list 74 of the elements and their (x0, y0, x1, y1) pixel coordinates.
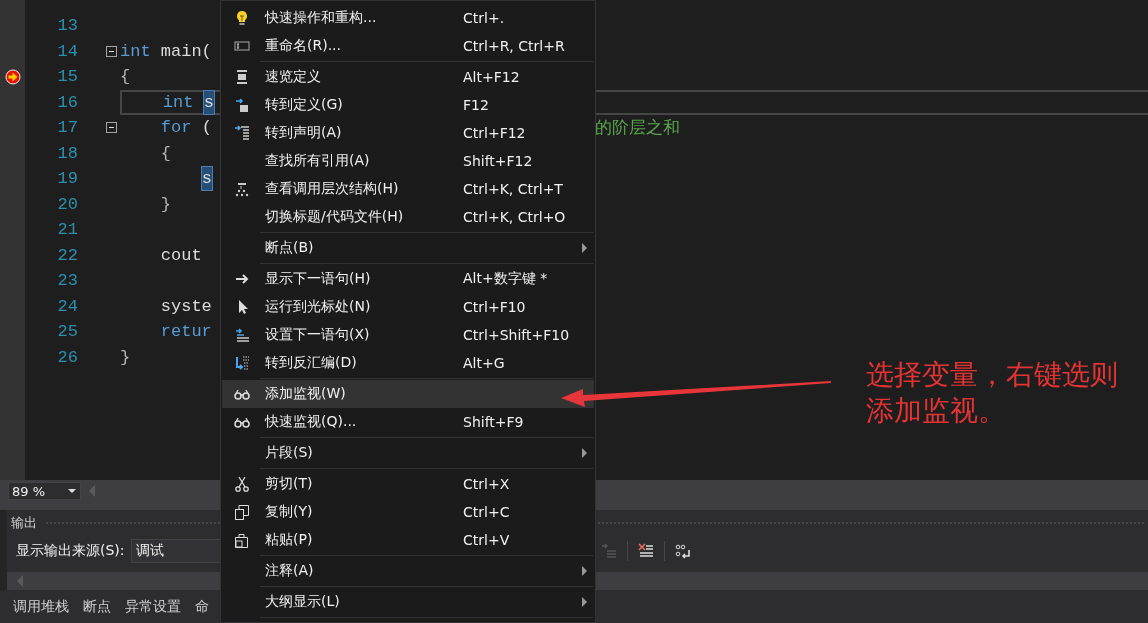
line-number: 15 (56, 67, 78, 87)
menu-item[interactable]: 转到声明(A) Ctrl+F12 (222, 119, 594, 147)
menu-item[interactable]: 注释(A) (222, 557, 594, 585)
zoom-dropdown[interactable]: 89 % (8, 482, 81, 500)
collapse-icon[interactable] (106, 122, 117, 134)
arrow-lines-icon (233, 125, 250, 141)
code-text: ( (201, 118, 212, 138)
menu-item[interactable]: 速览定义 Alt+F12 (222, 63, 594, 91)
annotation-text: 选择变量，右键选则添加监视。 (866, 357, 1119, 429)
line-number: 22 (56, 245, 78, 265)
source-dropdown[interactable]: 调试 (130, 539, 221, 563)
code-keyword: int (162, 92, 195, 112)
menu-item[interactable]: 断点(B) (222, 234, 594, 262)
menu-item[interactable]: 设置下一语句(X) Ctrl+Shift+F10 (222, 321, 594, 349)
panel-tab[interactable]: 断点 (83, 597, 111, 616)
code-keyword: int (120, 41, 151, 61)
menu-item[interactable]: 查看调用层次结构(H) Ctrl+K, Ctrl+T (222, 175, 594, 203)
code-text: syste (160, 296, 212, 316)
code-text: } (120, 347, 131, 367)
code-text: { (120, 67, 131, 87)
menu-item[interactable]: 转到定义(G) F12 (222, 91, 594, 119)
code-text: } (160, 194, 171, 214)
menu-item[interactable]: 片段(S) (222, 439, 594, 467)
line-number: 25 (56, 322, 78, 342)
code-text: cout (160, 245, 202, 265)
menu-item[interactable]: 切换标题/代码文件(H) Ctrl+K, Ctrl+O (222, 203, 594, 231)
menu-item[interactable]: 转到反汇编(D) Alt+G (222, 349, 594, 377)
line-number: 18 (56, 143, 78, 163)
line-number: 24 (56, 296, 78, 316)
line-number: 14 (56, 41, 78, 61)
indent-icon (600, 543, 617, 559)
menu-item[interactable]: 运行到光标处(N) Ctrl+F10 (222, 293, 594, 321)
word-wrap-icon[interactable] (674, 543, 691, 559)
highlighted-word: s (201, 167, 212, 191)
menu-item[interactable]: 快速操作和重构... Ctrl+. (222, 4, 594, 32)
menu-item[interactable]: 大纲显示(L) (222, 588, 594, 616)
arrow-dotted-lines-icon (233, 355, 250, 371)
line-number: 21 (56, 220, 78, 240)
clipboard-icon (233, 532, 250, 548)
arrow-lines-icon (233, 327, 250, 343)
copy-icon (233, 504, 250, 520)
menu-item[interactable]: 显示下一语句(H) Alt+数字键 * (222, 265, 594, 293)
code-text: { (160, 143, 171, 163)
code-text: main( (160, 41, 212, 61)
line-number: 23 (56, 271, 78, 291)
line-number: 19 (56, 169, 78, 189)
dropdown-arrow-icon[interactable] (68, 489, 76, 493)
panel-tab[interactable]: 命 (195, 597, 209, 616)
code-keyword: for (160, 118, 192, 138)
clear-all-icon[interactable] (637, 543, 654, 559)
code-comment: 的阶层之和 (595, 117, 680, 138)
highlighted-word: s (203, 90, 214, 114)
line-number: 17 (56, 118, 78, 138)
menu-item[interactable]: 快速监视(Q)... Shift+F9 (222, 408, 594, 436)
menu-item[interactable]: 添加监视(W) (222, 380, 594, 408)
code-keyword: retur (160, 322, 212, 342)
panel-title: 输出 (11, 514, 37, 532)
scissors-icon (233, 476, 250, 492)
menu-item[interactable]: 重命名(R)... Ctrl+R, Ctrl+R (222, 32, 594, 60)
collapse-icon[interactable] (106, 45, 117, 57)
hierarchy-icon (233, 181, 250, 197)
panel-tab[interactable]: 调用堆栈 (13, 597, 69, 616)
panel-tab[interactable]: 异常设置 (125, 597, 181, 616)
menu-item[interactable]: 查找所有引用(A) Shift+F12 (222, 147, 594, 175)
line-number: 13 (56, 16, 78, 36)
menu-item[interactable]: 剪切(T) Ctrl+X (222, 470, 594, 498)
line-number: 16 (56, 92, 78, 112)
menu-item[interactable]: 复制(Y) Ctrl+C (222, 498, 594, 526)
line-number: 20 (56, 194, 78, 214)
arrow-square-icon (233, 97, 250, 113)
text-field-icon (233, 38, 250, 54)
menu-item[interactable]: 粘贴(P) Ctrl+V (222, 526, 594, 554)
source-label: 显示输出来源(S): (16, 542, 125, 560)
line-number: 26 (56, 347, 78, 367)
